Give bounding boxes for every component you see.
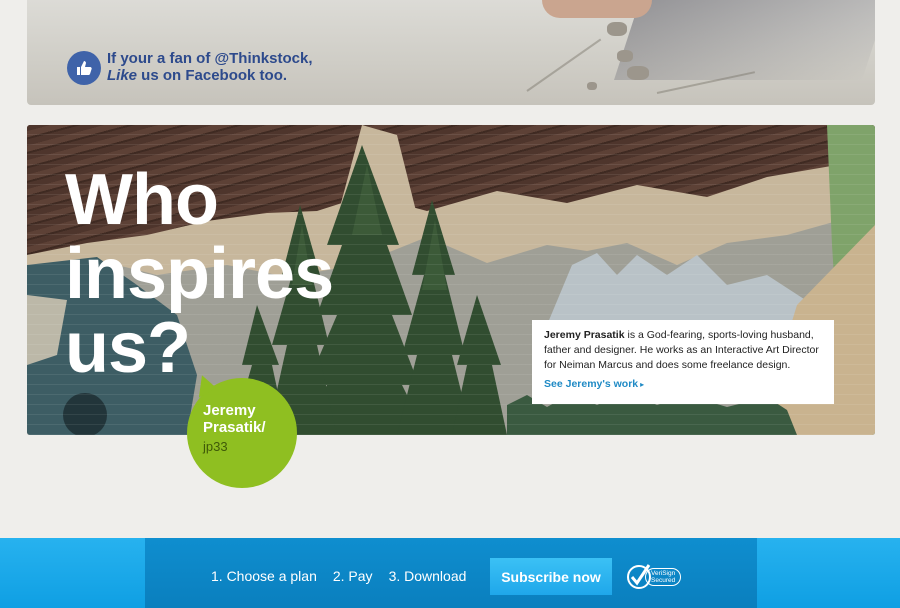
hero-heading: Who inspires us? — [65, 163, 385, 385]
step-download: 3. Download — [388, 568, 467, 584]
sand-clump — [607, 22, 627, 36]
sand-shadow — [614, 0, 875, 80]
hero-heading-line3: us? — [65, 308, 191, 388]
sand-clump — [587, 82, 597, 90]
facebook-promo-line2: us on Facebook too. — [137, 67, 288, 84]
designer-name-bubble[interactable]: Jeremy Prasatik/ jp33 — [187, 372, 297, 488]
see-work-link[interactable]: See Jeremy's work ▸ — [544, 377, 644, 392]
verisign-secured-badge[interactable]: VeriSign Secured — [627, 561, 691, 593]
subscribe-now-button[interactable]: Subscribe now — [490, 558, 612, 595]
bubble-name-line1: Jeremy — [203, 402, 256, 419]
beach-feet-image — [542, 0, 652, 18]
facebook-promo-text[interactable]: If your a fan of @Thinkstock, Like us on… — [107, 50, 312, 84]
facebook-like-word: Like — [107, 67, 138, 84]
verisign-line2: Secured — [651, 577, 676, 584]
facebook-promo-banner[interactable]: If your a fan of @Thinkstock, Like us on… — [27, 0, 875, 105]
verisign-line1: VeriSign — [651, 570, 676, 577]
subscribe-footer-bar: 1. Choose a plan 2. Pay 3. Download Subs… — [0, 538, 900, 608]
see-work-link-label: See Jeremy's work — [544, 378, 639, 390]
thumbs-up-icon[interactable] — [67, 51, 101, 85]
hero-heading-line2: inspires — [65, 234, 334, 314]
bubble-handle: jp33 — [203, 439, 228, 454]
step-pay: 2. Pay — [332, 568, 373, 584]
designer-bio-card: Jeremy Prasatik is a God-fearing, sports… — [532, 320, 834, 404]
verisign-label: VeriSign Secured — [645, 568, 682, 586]
sand-clump — [617, 50, 633, 62]
bubble-name-line2: Prasatik/ — [203, 419, 266, 436]
who-inspires-us-feature: Who inspires us? Jeremy Prasatik is a Go… — [27, 125, 875, 435]
step-choose-plan: 1. Choose a plan — [211, 568, 317, 584]
purchase-steps: 1. Choose a plan 2. Pay 3. Download — [211, 568, 466, 584]
hero-heading-line1: Who — [65, 160, 219, 240]
designer-name: Jeremy Prasatik — [544, 329, 625, 341]
facebook-promo-line1: If your a fan of @Thinkstock, — [107, 50, 313, 67]
subscribe-steps-panel: 1. Choose a plan 2. Pay 3. Download Subs… — [145, 538, 757, 608]
sand-clump — [627, 66, 649, 80]
triangle-right-icon: ▸ — [640, 380, 645, 389]
